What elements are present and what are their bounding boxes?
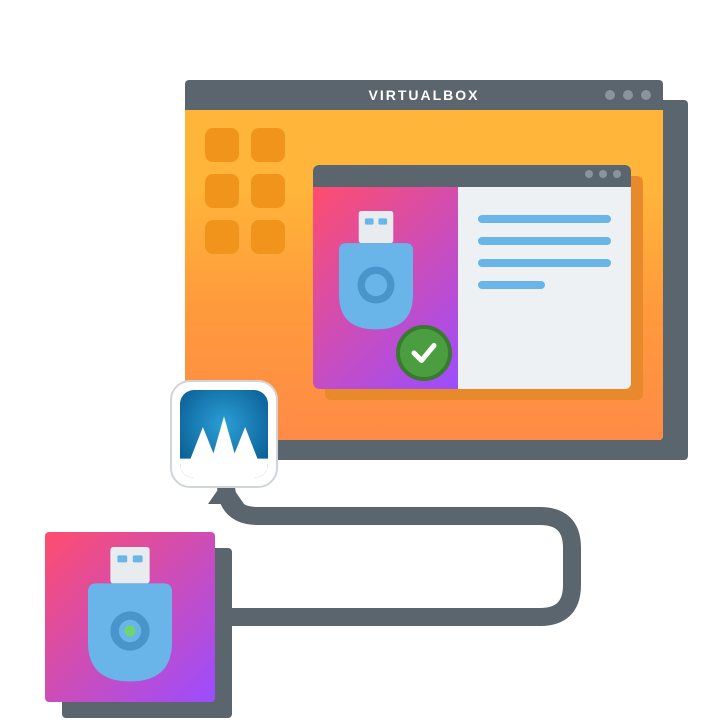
inner-card-titlebar — [313, 165, 631, 187]
window-controls — [605, 90, 651, 100]
app-tile — [205, 174, 239, 208]
checkmark-icon — [409, 338, 439, 368]
app-grid — [205, 128, 285, 254]
window-control-dot — [605, 90, 615, 100]
inner-control-dot — [599, 170, 607, 178]
inner-control-dot — [613, 170, 621, 178]
info-line — [478, 281, 545, 289]
app-tile — [251, 128, 285, 162]
info-line — [478, 215, 611, 223]
usb-icon — [339, 211, 413, 334]
usb-icon — [88, 547, 172, 687]
usb-preview-panel — [313, 187, 458, 389]
info-line — [478, 259, 611, 267]
app-tile — [251, 174, 285, 208]
app-tile — [205, 220, 239, 254]
window-control-dot — [641, 90, 651, 100]
app-tile — [205, 128, 239, 162]
usb-device-card — [313, 165, 631, 389]
virtualbox-logo-icon — [180, 390, 268, 478]
info-line — [478, 237, 611, 245]
checkmark-badge — [396, 325, 452, 381]
window-title: VIRTUALBOX — [369, 87, 480, 103]
device-info-lines — [458, 187, 631, 389]
window-control-dot — [623, 90, 633, 100]
inner-control-dot — [585, 170, 593, 178]
usb-source-tile — [45, 532, 215, 702]
virtualbox-logo-badge — [170, 380, 278, 488]
window-titlebar: VIRTUALBOX — [185, 80, 663, 110]
app-tile — [251, 220, 285, 254]
